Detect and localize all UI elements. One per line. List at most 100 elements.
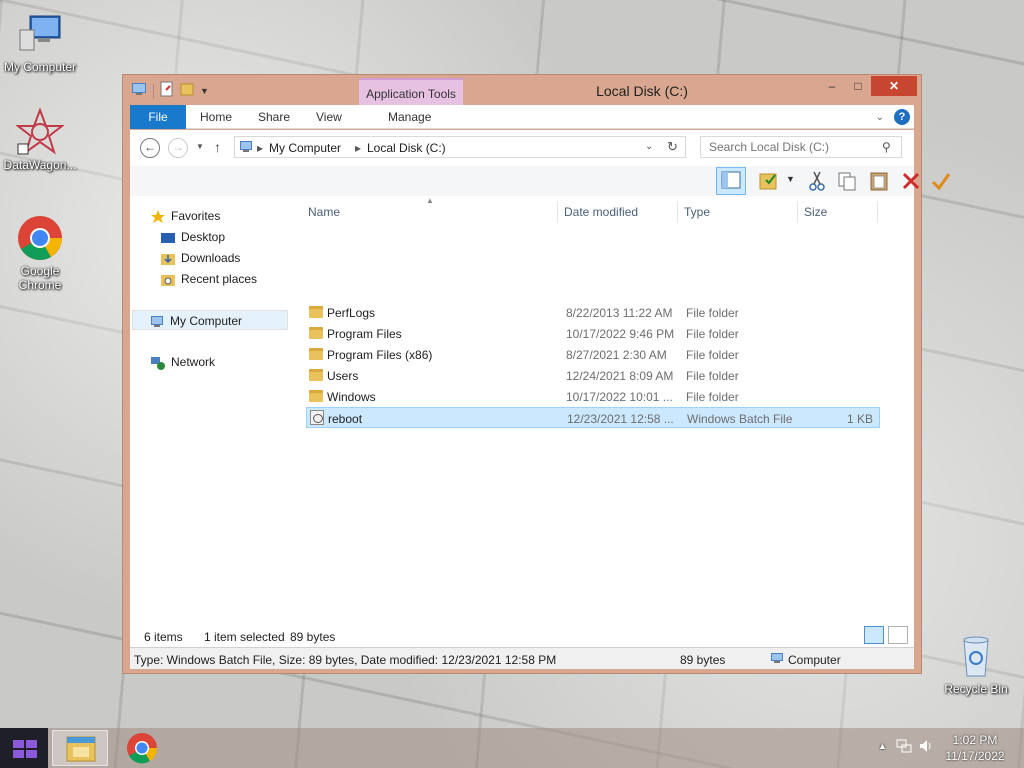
nav-network-label: Network xyxy=(171,355,216,369)
forward-button[interactable]: → xyxy=(168,138,188,158)
tab-view[interactable]: View xyxy=(316,105,342,129)
file-date: 8/22/2013 11:22 AM xyxy=(566,306,673,320)
minimize-button[interactable]: – xyxy=(819,76,845,96)
breadcrumb-separator-icon: ▸ xyxy=(257,141,264,155)
file-type: Windows Batch File xyxy=(687,412,793,426)
copy-icon[interactable] xyxy=(836,170,858,192)
file-name: Users xyxy=(327,369,359,383)
nav-favorites-label: Favorites xyxy=(171,209,221,223)
clock[interactable]: 1:02 PM 11/17/2022 xyxy=(940,732,1010,764)
recycle-bin-icon xyxy=(952,632,1000,680)
tab-home[interactable]: Home xyxy=(200,105,232,129)
taskbar-chrome[interactable] xyxy=(114,730,170,766)
file-row[interactable]: Program Files 10/17/2022 9:46 PM File fo… xyxy=(306,323,880,344)
file-row[interactable]: Windows 10/17/2022 10:01 ... File folder xyxy=(306,386,880,407)
taskbar: ▲ 1:02 PM 11/17/2022 xyxy=(0,728,1024,768)
nav-desktop[interactable]: Desktop xyxy=(160,227,225,247)
file-row-selected[interactable]: reboot 12/23/2021 12:58 ... Windows Batc… xyxy=(306,407,880,428)
taskbar-file-explorer[interactable] xyxy=(52,730,108,766)
file-size: 1 KB xyxy=(847,412,874,426)
nav-downloads-label: Downloads xyxy=(181,251,241,265)
close-button[interactable]: ✕ xyxy=(871,76,917,96)
file-type: File folder xyxy=(686,369,739,383)
network-status-icon[interactable] xyxy=(896,738,912,757)
maximize-button[interactable]: □ xyxy=(845,76,871,96)
tab-share[interactable]: Share xyxy=(258,105,290,129)
address-dropdown-icon[interactable]: ⌄ xyxy=(645,141,653,152)
computer-icon xyxy=(770,653,784,668)
details-view-icon[interactable] xyxy=(864,626,884,644)
status-bar: 6 items 1 item selected 89 bytes xyxy=(130,626,914,647)
system-tray: ▲ 1:02 PM 11/17/2022 xyxy=(864,728,1024,768)
tab-file[interactable]: File xyxy=(130,105,186,129)
desktop-icon-label: Google Chrome xyxy=(18,264,62,292)
file-row[interactable]: Program Files (x86) 8/27/2021 2:30 AM Fi… xyxy=(306,344,880,365)
file-row[interactable]: PerfLogs 8/22/2013 11:22 AM File folder xyxy=(306,302,880,323)
volume-icon[interactable] xyxy=(918,738,934,757)
computer-icon xyxy=(16,10,64,58)
file-explorer-icon xyxy=(66,736,96,762)
search-icon: ⚲ xyxy=(882,140,891,154)
file-row[interactable]: Users 12/24/2021 8:09 AM File folder xyxy=(306,365,880,386)
command-toolbar: ▼ xyxy=(130,166,951,196)
up-button[interactable]: ↑ xyxy=(214,139,221,155)
desktop-icon-datawagon[interactable]: DataWagon... xyxy=(0,107,80,172)
search-input[interactable] xyxy=(700,136,902,158)
navigation-pane: Favorites Desktop Downloads Recent place… xyxy=(130,196,302,626)
file-name: Windows xyxy=(327,390,376,404)
nav-my-computer[interactable]: My Computer xyxy=(132,310,288,330)
file-date: 10/17/2022 10:01 ... xyxy=(566,390,673,404)
desktop-icon-google-chrome[interactable]: Google Chrome xyxy=(0,214,80,292)
file-date: 8/27/2021 2:30 AM xyxy=(566,348,667,362)
file-name: reboot xyxy=(328,412,363,426)
desktop-icon-recycle-bin[interactable]: Recycle Bin xyxy=(936,632,1016,696)
view-switcher xyxy=(864,626,908,644)
refresh-icon[interactable]: ↻ xyxy=(667,139,678,155)
column-header-size[interactable]: Size xyxy=(798,201,878,223)
breadcrumb-my-computer[interactable]: My Computer xyxy=(269,141,341,155)
nav-recent-places[interactable]: Recent places xyxy=(160,269,257,289)
expand-ribbon-icon[interactable]: ⌄ xyxy=(876,112,884,123)
explorer-window: ▼ Application Tools Local Disk (C:) – □ … xyxy=(122,74,951,674)
properties-toolbar-icon[interactable] xyxy=(758,170,780,192)
ribbon-tabs: File Home Share View Manage ⌄ ? xyxy=(130,105,914,129)
windows-logo-icon xyxy=(13,740,37,758)
show-hidden-icons-icon[interactable]: ▲ xyxy=(878,741,887,751)
clock-date: 11/17/2022 xyxy=(945,749,1005,763)
title-bar[interactable]: ▼ Application Tools Local Disk (C:) – □ … xyxy=(123,75,921,108)
column-header-date-modified[interactable]: Date modified xyxy=(558,201,678,223)
file-name: Program Files (x86) xyxy=(327,348,433,362)
paste-icon[interactable] xyxy=(868,170,890,192)
batch-file-icon xyxy=(310,410,324,425)
desktop-icon-label: My Computer xyxy=(3,60,77,74)
start-button[interactable] xyxy=(0,728,48,768)
preview-pane-icon[interactable] xyxy=(716,167,746,195)
help-icon[interactable]: ? xyxy=(894,109,910,125)
select-all-icon[interactable] xyxy=(930,170,952,192)
folder-icon xyxy=(309,390,323,402)
nav-network[interactable]: Network xyxy=(150,352,215,372)
tab-manage[interactable]: Manage xyxy=(388,105,431,129)
breadcrumb-separator-icon: ▸ xyxy=(355,141,362,155)
breadcrumb-local-disk[interactable]: Local Disk (C:) xyxy=(367,141,446,155)
recent-places-icon xyxy=(160,273,176,287)
back-button[interactable]: ← xyxy=(140,138,160,158)
delete-icon[interactable] xyxy=(900,170,922,192)
desktop-icon-my-computer[interactable]: My Computer xyxy=(0,10,80,74)
computer-icon xyxy=(149,315,165,329)
file-type: File folder xyxy=(686,348,739,362)
large-icons-view-icon[interactable] xyxy=(888,626,908,644)
column-header-name[interactable]: Name xyxy=(302,201,558,223)
file-list: ▲ Name Date modified Type Size PerfLogs … xyxy=(302,196,914,626)
properties-dropdown-icon[interactable]: ▼ xyxy=(786,174,808,196)
recent-locations-icon[interactable]: ▼ xyxy=(196,142,204,151)
nav-favorites[interactable]: Favorites xyxy=(150,206,220,226)
file-type: File folder xyxy=(686,327,739,341)
star-icon xyxy=(150,209,166,224)
folder-icon xyxy=(309,306,323,318)
selection-count: 1 item selected xyxy=(204,630,285,644)
address-bar[interactable]: ▸ My Computer ▸ Local Disk (C:) ⌄ ↻ xyxy=(234,136,686,158)
nav-downloads[interactable]: Downloads xyxy=(160,248,240,268)
column-header-type[interactable]: Type xyxy=(678,201,798,223)
cut-icon[interactable] xyxy=(806,170,828,192)
